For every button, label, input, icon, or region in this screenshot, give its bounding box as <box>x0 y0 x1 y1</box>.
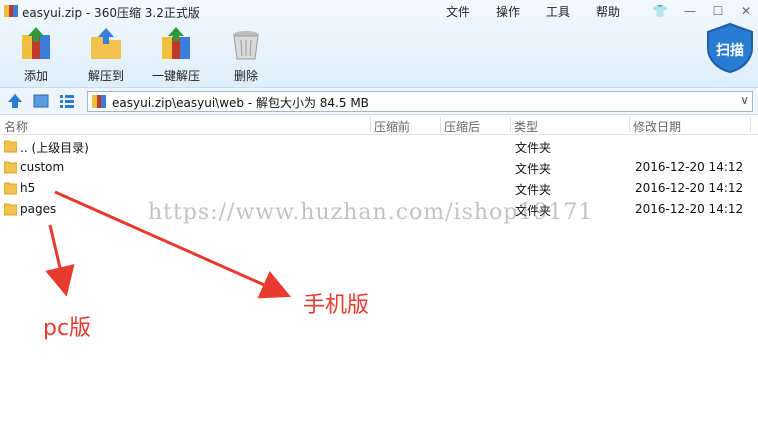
file-name: h5 <box>20 181 36 195</box>
one-click-extract-label: 一键解压 <box>151 69 200 83</box>
file-name: custom <box>20 160 65 174</box>
title-bar: easyui.zip - 360压缩 3.2正式版 文件 操作 工具 帮助 👕 … <box>0 0 758 22</box>
annotation-pc: pc版 <box>43 316 92 341</box>
column-modified[interactable]: 修改日期 <box>633 118 681 135</box>
close-icon[interactable]: ✕ <box>736 2 756 20</box>
menu-help[interactable]: 帮助 <box>596 3 620 20</box>
minimize-icon[interactable]: — <box>680 2 700 20</box>
thumbnail-view-icon[interactable] <box>32 92 50 110</box>
file-name: pages <box>20 202 57 216</box>
scan-button[interactable]: 扫描 <box>704 22 756 74</box>
skin-icon[interactable]: 👕 <box>650 2 670 20</box>
delete-label: 删除 <box>233 69 258 83</box>
scan-label: 扫描 <box>716 43 744 59</box>
file-modified: 2016-12-20 14:12 <box>635 181 744 195</box>
column-header: 名称 压缩前 压缩后 类型 修改日期 <box>0 115 758 135</box>
file-modified: 2016-12-20 14:12 <box>635 160 744 174</box>
one-click-extract-button[interactable]: 一键解压 <box>147 27 205 85</box>
folder-icon <box>4 161 17 174</box>
archive-icon <box>4 5 18 17</box>
extract-to-button[interactable]: 解压到 <box>77 27 135 85</box>
address-row: easyui.zip\easyui\web - 解包大小为 84.5 MB ∨ <box>0 88 758 115</box>
column-divider[interactable] <box>629 117 630 132</box>
table-row[interactable]: .. (上级目录) 文件夹 <box>0 136 758 157</box>
one-click-extract-icon <box>162 27 190 59</box>
column-uncompressed[interactable]: 压缩后 <box>444 118 480 135</box>
menu-tools[interactable]: 工具 <box>546 3 570 20</box>
column-divider[interactable] <box>370 117 371 132</box>
column-compressed[interactable]: 压缩前 <box>374 118 410 135</box>
arrow-to-pc <box>45 224 75 297</box>
archive-icon <box>92 95 106 108</box>
extract-to-label: 解压到 <box>87 69 124 83</box>
folder-icon <box>4 182 17 195</box>
table-row[interactable]: h5 文件夹 2016-12-20 14:12 <box>0 178 758 199</box>
file-type: 文件夹 <box>515 204 552 218</box>
address-path: easyui.zip\easyui\web - 解包大小为 84.5 MB <box>112 96 369 110</box>
column-name[interactable]: 名称 <box>4 118 28 135</box>
add-label: 添加 <box>23 69 48 83</box>
column-divider[interactable] <box>750 117 751 132</box>
trash-icon <box>233 31 259 60</box>
table-row[interactable]: custom 文件夹 2016-12-20 14:12 <box>0 157 758 178</box>
column-divider[interactable] <box>510 117 511 132</box>
table-row[interactable]: pages 文件夹 2016-12-20 14:12 <box>0 199 758 220</box>
top-region: easyui.zip - 360压缩 3.2正式版 文件 操作 工具 帮助 👕 … <box>0 0 758 88</box>
file-modified: 2016-12-20 14:12 <box>635 202 744 216</box>
address-bar[interactable]: easyui.zip\easyui\web - 解包大小为 84.5 MB ∨ <box>87 91 753 112</box>
folder-icon <box>4 203 17 216</box>
menu-file[interactable]: 文件 <box>446 3 470 20</box>
file-name: .. (上级目录) <box>20 141 89 155</box>
list-view-icon[interactable] <box>58 92 76 110</box>
menu-operation[interactable]: 操作 <box>496 3 520 20</box>
column-type[interactable]: 类型 <box>514 118 538 135</box>
chevron-down-icon[interactable]: ∨ <box>740 93 749 107</box>
annotation-mobile: 手机版 <box>303 293 370 318</box>
file-type: 文件夹 <box>515 162 552 176</box>
add-button[interactable]: 添加 <box>7 27 65 85</box>
add-archive-icon <box>22 27 50 59</box>
folder-icon <box>4 140 17 153</box>
extract-folder-icon <box>91 28 121 59</box>
delete-button[interactable]: 删除 <box>217 27 275 85</box>
window-title: easyui.zip - 360压缩 3.2正式版 <box>22 6 200 20</box>
file-type: 文件夹 <box>515 183 552 197</box>
column-divider[interactable] <box>440 117 441 132</box>
maximize-icon[interactable]: ☐ <box>708 2 728 20</box>
file-type: 文件夹 <box>515 141 552 155</box>
up-arrow-icon[interactable] <box>6 92 24 110</box>
